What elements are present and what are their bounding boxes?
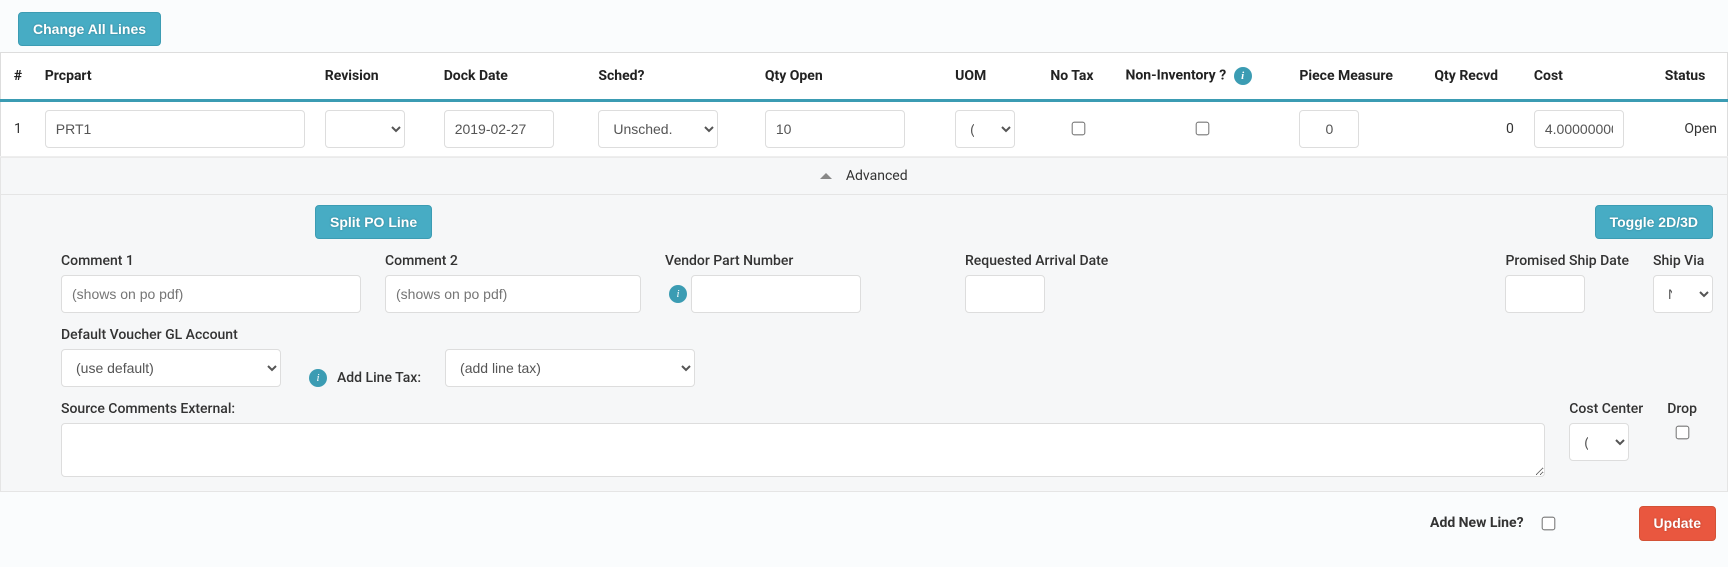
sched-select[interactable]: Unsched. (598, 110, 718, 148)
col-num: # (1, 53, 35, 101)
gl-account-label: Default Voucher GL Account (61, 327, 281, 343)
cost-center-select[interactable]: (Select) (1569, 423, 1629, 461)
col-status: Status (1655, 53, 1728, 101)
cost-center-label: Cost Center (1569, 401, 1643, 417)
info-icon[interactable]: i (309, 369, 327, 387)
piece-measure-input[interactable] (1299, 110, 1359, 148)
line-number: 1 (1, 101, 35, 157)
split-po-line-button[interactable]: Split PO Line (315, 205, 432, 239)
caret-up-icon (820, 173, 832, 179)
add-new-line-checkbox[interactable] (1541, 517, 1555, 531)
col-dock-date: Dock Date (434, 53, 589, 101)
no-tax-checkbox[interactable] (1072, 122, 1086, 136)
source-comments-label: Source Comments External: (61, 401, 1545, 417)
req-arrival-input[interactable] (965, 275, 1045, 313)
col-qty-recvd: Qty Recvd (1424, 53, 1523, 101)
add-new-line-label: Add New Line? (1430, 515, 1524, 531)
comment1-label: Comment 1 (61, 253, 361, 269)
col-sched: Sched? (588, 53, 755, 101)
change-all-lines-button[interactable]: Change All Lines (18, 12, 161, 46)
dock-date-input[interactable] (444, 110, 554, 148)
update-button[interactable]: Update (1639, 506, 1716, 540)
add-line-tax-label: Add Line Tax: (337, 370, 421, 386)
ship-via-select[interactable]: N/A (1653, 275, 1713, 313)
toggle-2d-3d-button[interactable]: Toggle 2D/3D (1595, 205, 1713, 239)
info-icon[interactable]: i (1234, 67, 1252, 85)
table-row: 1 Unsched. (part) 0 Open (1, 101, 1728, 157)
col-qty-open: Qty Open (755, 53, 945, 101)
prcpart-input[interactable] (45, 110, 305, 148)
revision-select[interactable] (325, 110, 405, 148)
drop-label: Drop (1667, 401, 1697, 417)
col-no-tax: No Tax (1040, 53, 1115, 101)
info-icon[interactable]: i (669, 285, 687, 303)
ship-via-label: Ship Via (1653, 253, 1713, 269)
prom-ship-label: Promised Ship Date (1505, 253, 1629, 269)
vendor-pn-input[interactable] (691, 275, 861, 313)
prom-ship-input[interactable] (1505, 275, 1585, 313)
col-uom: UOM (945, 53, 1040, 101)
non-inventory-checkbox[interactable] (1196, 122, 1210, 136)
gl-account-select[interactable]: (use default) (61, 349, 281, 387)
status-value: Open (1655, 101, 1728, 157)
req-arrival-label: Requested Arrival Date (965, 253, 1108, 269)
comment1-input[interactable] (61, 275, 361, 313)
col-cost: Cost (1524, 53, 1655, 101)
col-non-inventory: Non-Inventory ? i (1115, 53, 1289, 101)
col-piece-measure: Piece Measure (1289, 53, 1424, 101)
vendor-pn-label: Vendor Part Number (665, 253, 861, 269)
comment2-label: Comment 2 (385, 253, 641, 269)
po-lines-table: # Prcpart Revision Dock Date Sched? Qty … (0, 52, 1728, 157)
qty-recvd-value: 0 (1424, 101, 1523, 157)
add-line-tax-select[interactable]: (add line tax) (445, 349, 695, 387)
source-comments-textarea[interactable] (61, 423, 1545, 477)
comment2-input[interactable] (385, 275, 641, 313)
advanced-toggle[interactable]: Advanced (0, 157, 1728, 195)
col-prcpart: Prcpart (35, 53, 315, 101)
advanced-panel: Split PO Line Toggle 2D/3D Comment 1 Com… (0, 195, 1728, 492)
cost-input[interactable] (1534, 110, 1624, 148)
qty-open-input[interactable] (765, 110, 905, 148)
uom-select[interactable]: (part) (955, 110, 1015, 148)
col-revision: Revision (315, 53, 434, 101)
drop-checkbox[interactable] (1676, 426, 1690, 440)
